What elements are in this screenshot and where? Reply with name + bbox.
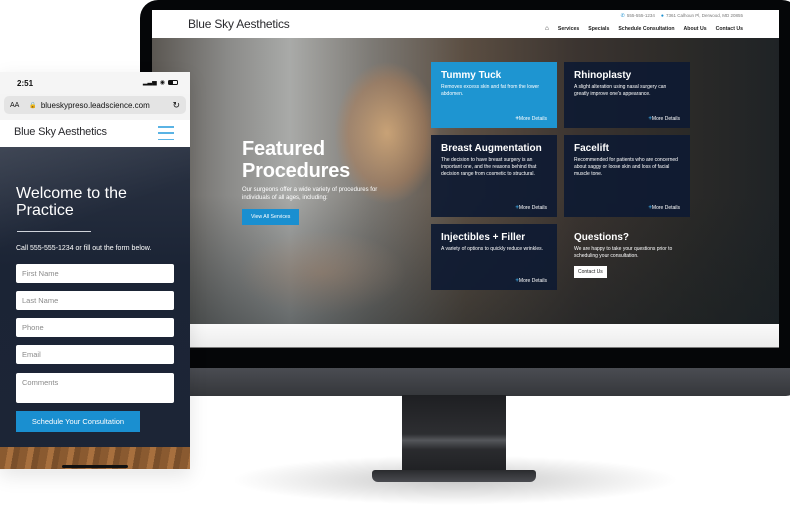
comments-field[interactable]: Comments (16, 373, 174, 403)
card-description: Removes excess skin and fat from the low… (441, 84, 540, 97)
monitor-stand-neck (402, 395, 506, 473)
more-details-label: More Details (518, 278, 547, 284)
url-text[interactable]: blueskypreso.leadscience.com (41, 101, 173, 110)
map-pin-icon: ● (660, 13, 664, 19)
card-title: Breast Augmentation (441, 143, 542, 154)
home-indicator[interactable] (62, 465, 128, 468)
hero-title: Featured Procedures (242, 138, 412, 182)
status-time: 2:51 (17, 79, 34, 88)
monitor-chin (140, 368, 790, 396)
home-icon[interactable]: ⌂ (545, 25, 549, 32)
card-facelift[interactable]: Facelift Recommended for patients who ar… (564, 135, 690, 217)
status-icons: ▂▃▅ ◉ (143, 79, 178, 86)
more-details-label: More Details (518, 205, 547, 211)
mobile-phone: 2:51 ▂▃▅ ◉ AA 🔒 blueskypreso.leadscience… (0, 72, 190, 470)
address-text: 7361 Calhoun Pl, Derwood, MD 20855 (665, 13, 743, 18)
battery-icon (168, 80, 178, 85)
last-name-field[interactable]: Last Name (16, 291, 174, 310)
contact-topbar: ✆ 555-555-1234 ● 7361 Calhoun Pl, Derwood,… (621, 13, 743, 19)
card-title: Rhinoplasty (574, 70, 632, 81)
title-divider (17, 231, 91, 232)
hero-title-line2: Procedures (242, 160, 351, 182)
phone-icon: ✆ (620, 13, 625, 19)
more-details-link[interactable]: +More Details (648, 205, 680, 211)
card-tummy-tuck[interactable]: Tummy Tuck Removes excess skin and fat f… (431, 62, 557, 128)
hero-copy: Featured Procedures Our surgeons offer a… (242, 138, 412, 225)
card-breast-augmentation[interactable]: Breast Augmentation The decision to have… (431, 135, 557, 217)
card-questions: Questions? We are happy to take your que… (564, 224, 690, 290)
first-name-field[interactable]: First Name (16, 264, 174, 283)
monitor-stand-base (372, 470, 536, 482)
desktop-monitor: Blue Sky Aesthetics ✆ 555-555-1234 ● 7361 … (140, 0, 790, 396)
topbar-phone[interactable]: ✆ 555-555-1234 (621, 13, 655, 19)
main-nav: ⌂ Services Specials Schedule Consultatio… (545, 25, 743, 32)
home-bar-area (0, 469, 190, 470)
reload-icon[interactable]: ↻ (172, 100, 180, 111)
text-size-button[interactable]: AA (10, 102, 19, 109)
mobile-hero-subtitle: Call 555-555-1234 or fill out the form b… (16, 245, 152, 252)
card-description: The decision to have breast surgery is a… (441, 157, 537, 177)
card-title: Tummy Tuck (441, 70, 502, 81)
card-title: Facelift (574, 143, 610, 154)
hero-title-line1: Featured (242, 138, 325, 160)
card-description: Recommended for patients who are concern… (574, 157, 678, 177)
contact-us-button[interactable]: Contact Us (574, 266, 607, 278)
browser-url-bar[interactable]: AA 🔒 blueskypreso.leadscience.com ↻ (4, 96, 186, 114)
card-injectibles-filler[interactable]: Injectibles + Filler A variety of option… (431, 224, 557, 290)
hero-description: Our surgeons offer a wide variety of pro… (242, 187, 378, 201)
more-details-link[interactable]: +More Details (648, 116, 680, 122)
lock-icon: 🔒 (29, 102, 37, 109)
topbar-address[interactable]: ● 7361 Calhoun Pl, Derwood, MD 20855 (661, 13, 743, 19)
card-rhinoplasty[interactable]: Rhinoplasty A slight alteration using na… (564, 62, 690, 128)
hero-section: Featured Procedures Our surgeons offer a… (152, 38, 779, 324)
card-description: We are happy to take your questions prio… (574, 246, 673, 259)
hamburger-menu-icon[interactable] (158, 126, 174, 140)
more-details-label: More Details (518, 116, 547, 122)
card-description: A variety of options to quickly reduce w… (441, 246, 543, 252)
more-details-link[interactable]: +More Details (515, 205, 547, 211)
signal-icon: ▂▃▅ (142, 80, 157, 86)
card-title: Injectibles + Filler (441, 232, 526, 243)
more-details-link[interactable]: +More Details (515, 278, 547, 284)
nav-about-us[interactable]: About Us (684, 26, 707, 32)
mobile-hero-title: Welcome to the Practice (16, 185, 127, 219)
phone-field[interactable]: Phone (16, 318, 174, 337)
screen-footer-strip (152, 324, 779, 348)
status-bar: 2:51 ▂▃▅ ◉ (0, 72, 190, 94)
more-details-label: More Details (651, 205, 680, 211)
more-details-label: More Details (651, 116, 680, 122)
desktop-screen: Blue Sky Aesthetics ✆ 555-555-1234 ● 7361 … (152, 10, 779, 348)
mobile-site-header: Blue Sky Aesthetics (0, 120, 190, 147)
schedule-consultation-button[interactable]: Schedule Your Consultation (16, 411, 140, 432)
email-field[interactable]: Email (16, 345, 174, 364)
more-details-link[interactable]: +More Details (515, 116, 547, 122)
wifi-icon: ◉ (159, 80, 165, 86)
nav-services[interactable]: Services (558, 26, 579, 32)
nav-specials[interactable]: Specials (588, 26, 609, 32)
site-logo[interactable]: Blue Sky Aesthetics (188, 17, 290, 31)
card-title: Questions? (574, 232, 630, 243)
nav-contact-us[interactable]: Contact Us (716, 26, 743, 32)
site-header: Blue Sky Aesthetics ✆ 555-555-1234 ● 7361 … (152, 10, 779, 38)
phone-number: 555-555-1234 (626, 13, 655, 18)
card-description: A slight alteration using nasal surgery … (574, 84, 667, 97)
mobile-site-logo[interactable]: Blue Sky Aesthetics (14, 126, 107, 138)
nav-schedule-consultation[interactable]: Schedule Consultation (618, 26, 674, 32)
view-all-services-button[interactable]: View All Services (242, 209, 300, 225)
